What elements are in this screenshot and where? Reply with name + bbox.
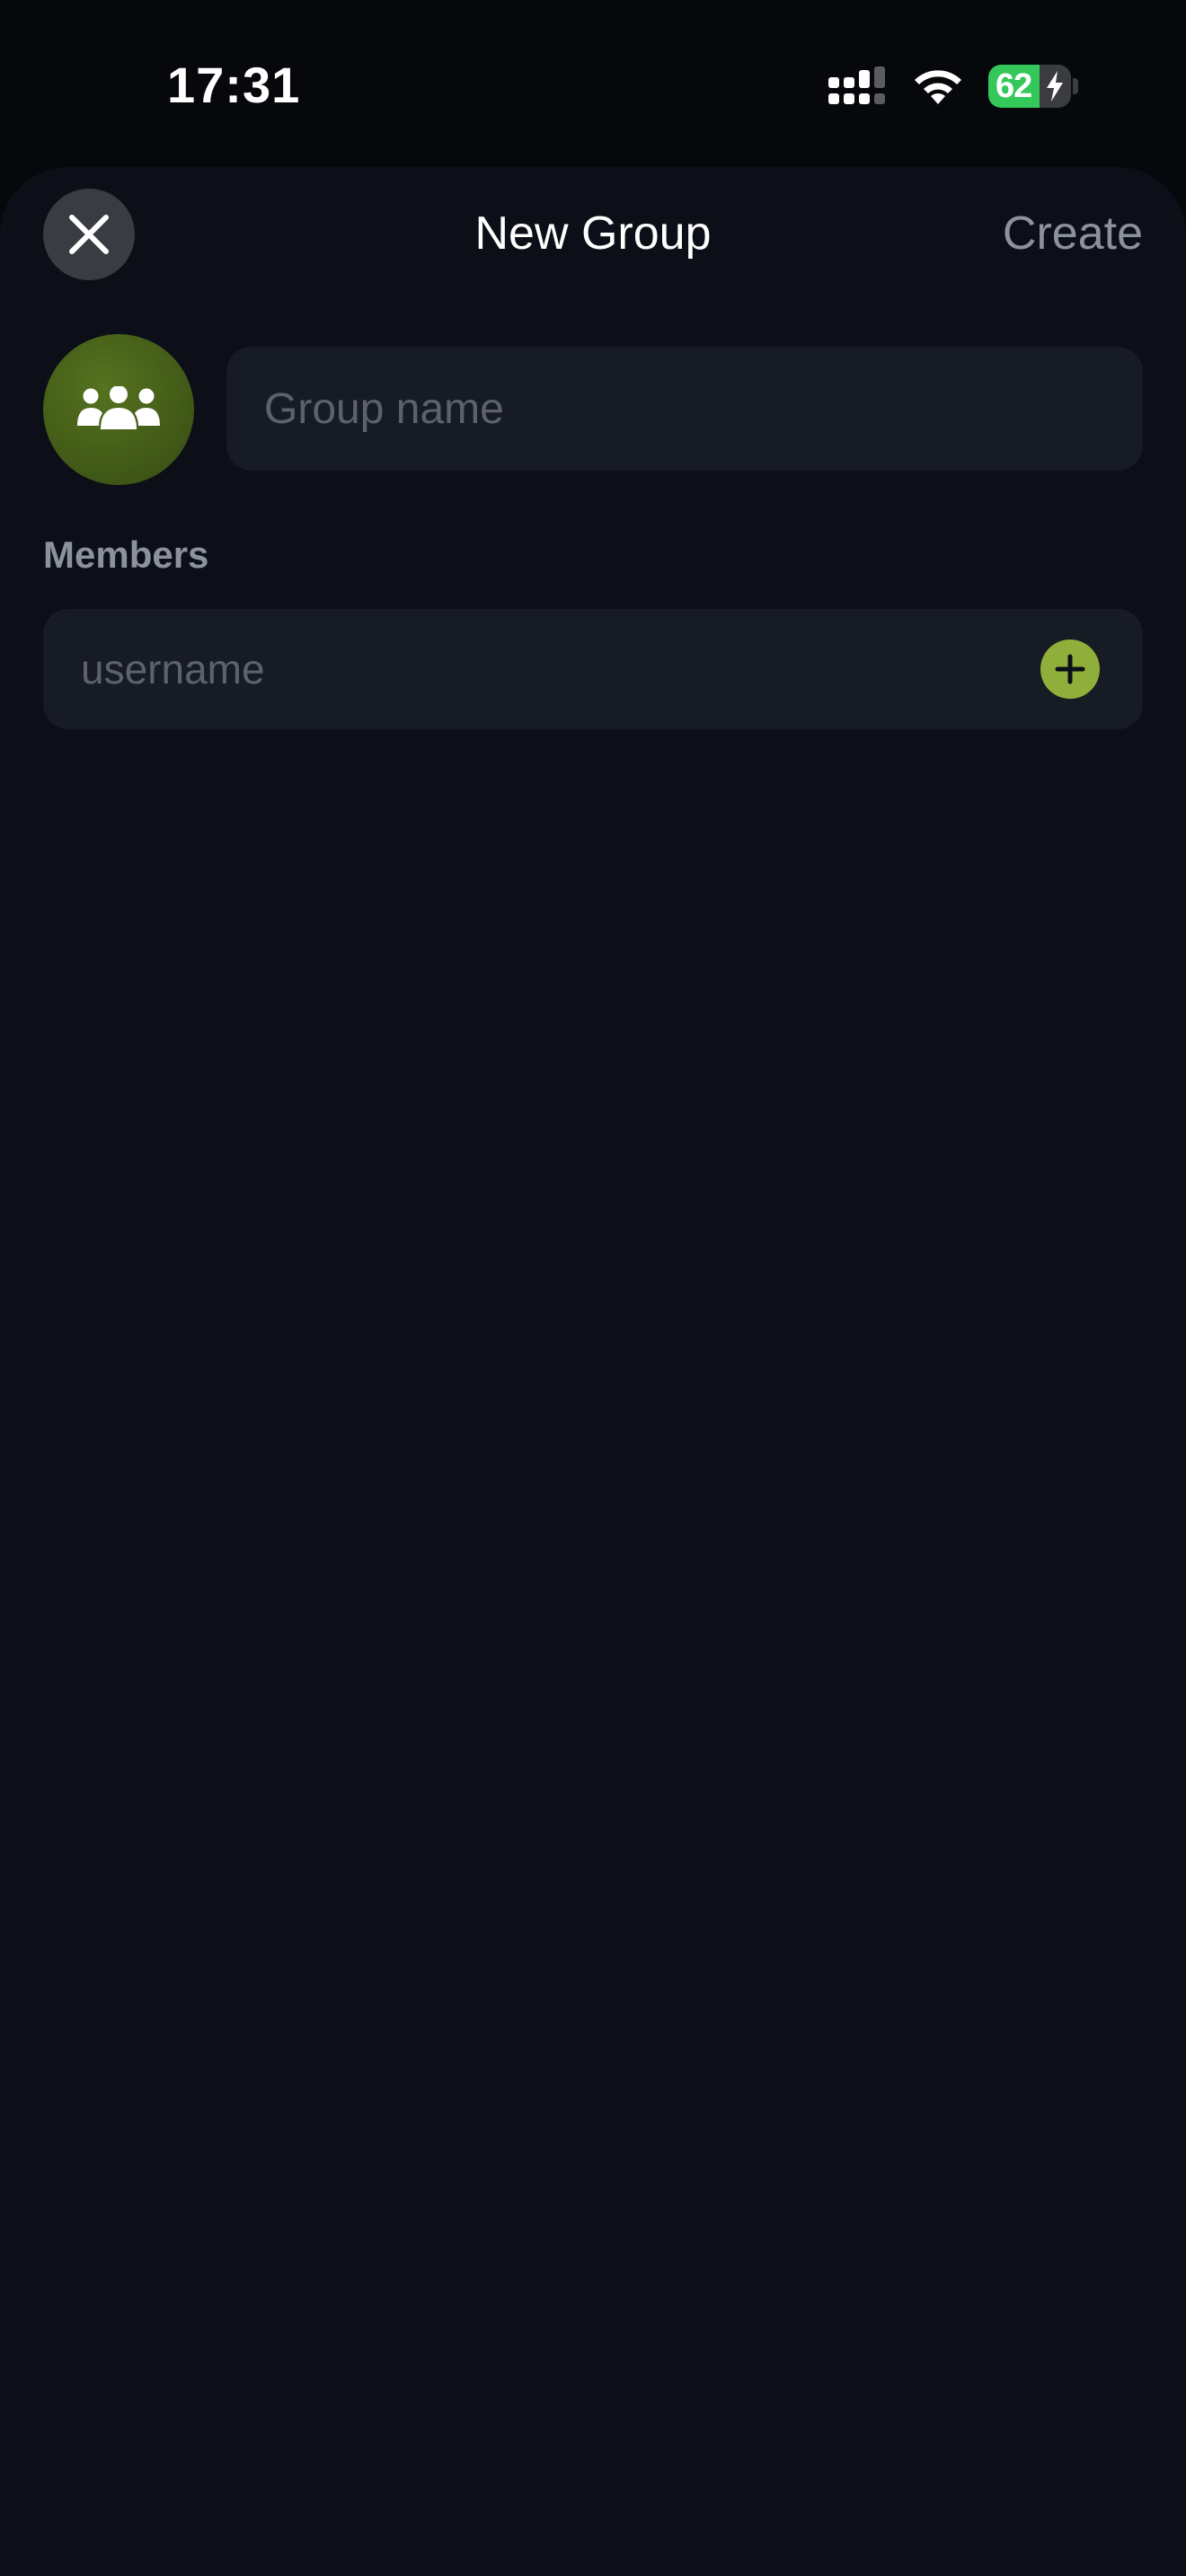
battery-icon: 62 [988,65,1071,108]
plus-icon [1055,654,1085,684]
status-icons: 62 [828,63,1078,110]
create-button[interactable]: Create [1003,207,1143,260]
member-input-row [43,609,1143,729]
battery-cap [1073,78,1078,94]
battery-percentage: 62 [996,67,1032,105]
new-group-sheet: New Group Create Members [0,167,1186,2576]
group-people-icon [77,386,160,429]
group-avatar[interactable] [43,334,194,485]
add-member-button[interactable] [1040,640,1100,699]
wifi-icon [915,70,961,104]
username-input[interactable] [43,609,1013,729]
screen: 17:31 62 New Group Create Group name Mem… [0,0,1186,2576]
battery-group: 62 [988,65,1078,108]
status-time: 17:31 [167,57,301,113]
charging-bolt-icon [1047,71,1063,101]
cellular-signal-icon [828,66,885,104]
status-bar: 17:31 62 [0,0,1186,171]
members-label: Members [43,534,209,576]
group-name-input[interactable] [226,347,1143,471]
